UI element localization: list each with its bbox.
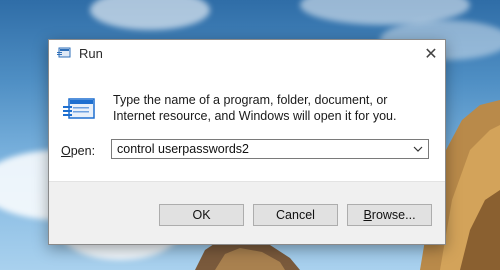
open-combobox[interactable]: control userpasswords2 [111,139,429,159]
ok-button[interactable]: OK [159,204,244,226]
open-input[interactable]: control userpasswords2 [117,142,249,156]
open-label: Open: [61,144,95,158]
open-label-accelerator: O [61,144,71,158]
run-dialog: Run ✕ Type the name of a program, folder… [48,39,446,245]
open-label-text: pen: [70,144,96,158]
close-button[interactable]: ✕ [417,40,445,68]
browse-button[interactable]: Browse... [347,204,432,226]
window-title: Run [79,46,103,61]
description-text: Type the name of a program, folder, docu… [113,93,397,123]
title-bar[interactable]: Run ✕ [49,40,445,68]
close-icon: ✕ [424,46,438,63]
cancel-button[interactable]: Cancel [253,204,338,226]
run-icon [63,98,95,119]
button-bar: OK Cancel Browse... [49,181,445,244]
browse-label: rowse... [371,208,416,222]
run-icon [57,47,71,58]
chevron-down-icon[interactable] [412,143,424,155]
browse-accelerator: B [363,208,372,222]
